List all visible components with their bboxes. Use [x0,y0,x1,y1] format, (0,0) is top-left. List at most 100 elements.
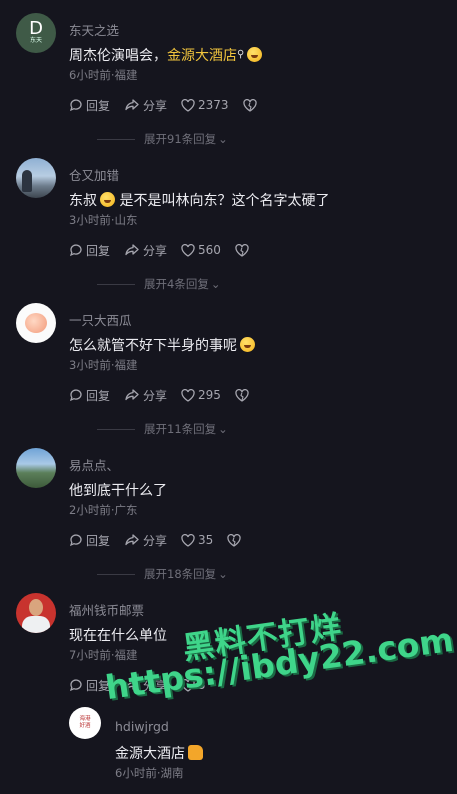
chevron-down-icon: ⌄ [218,422,228,436]
reply-label: 回复 [86,98,111,113]
like-button[interactable]: 2373 [181,98,229,112]
comment-username[interactable]: 福州钱币邮票 [69,600,144,619]
avatar[interactable] [16,158,56,198]
heart-icon [181,533,195,547]
chevron-down-icon: ⌄ [210,277,221,291]
expand-label: 展开11条回复 [144,422,217,436]
laughing-emoji-icon [247,47,263,62]
like-button[interactable]: 295 [181,388,221,402]
comment-username[interactable]: 一只大西瓜 [69,310,132,329]
hotel-link[interactable]: 金源大酒店 [167,48,237,64]
reply-text-part: 金源大酒店 [115,746,185,762]
share-button[interactable]: 分享 [124,532,167,549]
comment-text: 周杰伦演唱会，金源大酒店⚲ [69,45,263,65]
reply-icon [69,679,82,692]
comment-username[interactable]: 仓又加错 [69,165,119,184]
broken-heart-icon [235,243,249,257]
heart-icon [181,243,195,257]
share-label: 分享 [143,243,168,258]
reply-button[interactable]: 回复 [69,97,110,114]
broken-heart-icon [242,98,257,112]
chevron-down-icon: ⌄ [218,132,228,146]
like-button[interactable]: 35 [181,533,213,547]
comment-text-part: 周杰伦演唱会， [69,48,167,64]
reply-username[interactable]: hdiwjrgd [115,719,169,734]
like-count: 560 [198,243,221,257]
avatar[interactable] [16,593,56,633]
broken-heart-icon [235,388,249,402]
reply-icon [69,244,82,257]
share-button[interactable]: 分享 [124,242,167,259]
reply-label: 回复 [86,388,111,403]
dislike-button[interactable] [227,533,244,547]
share-icon [125,244,139,256]
divider [97,283,135,285]
smile-emoji-icon [240,337,255,352]
dislike-button[interactable] [242,98,260,112]
dislike-button[interactable] [235,388,252,402]
expand-label: 展开4条回复 [144,277,209,291]
like-count: 295 [198,388,221,402]
comment-text: 现在在什么单位 [69,628,167,644]
expand-replies-button[interactable]: 展开18条回复 ⌄ [97,566,228,582]
broken-heart-icon [227,533,241,547]
reply-button[interactable]: 回复 [69,242,110,259]
avatar-face [29,599,43,616]
reply-label: 回复 [86,243,111,258]
share-icon [125,534,139,546]
avatar[interactable] [16,448,56,488]
avatar-letter: D [29,18,43,39]
expand-replies-button[interactable]: 展开11条回复 ⌄ [97,421,228,437]
share-label: 分享 [143,98,168,113]
comment-text: 东叔 是不是叫林向东？这个名字太硬了 [69,190,329,210]
thumbs-up-icon [188,745,203,760]
comment-text: 他到底干什么了 [69,483,167,499]
avatar-peach [25,313,47,333]
reply-button[interactable]: 回复 [69,387,110,404]
reply-icon [69,389,82,402]
comment-time: 6小时前·福建 [69,68,138,82]
like-count: 35 [198,533,214,547]
avatar[interactable]: 海港 好酒 [69,707,101,739]
comment-actions: 回复 分享 560 [69,241,266,259]
search-icon: ⚲ [237,49,245,60]
divider [97,573,135,575]
comment-actions: 回复 分享 295 [69,386,266,404]
avatar-shirt [22,616,50,633]
expand-replies-button[interactable]: 展开91条回复 ⌄ [97,131,228,147]
comment-username[interactable]: 易点点、 [69,455,119,474]
like-count: 2373 [198,98,229,112]
share-label: 分享 [143,388,168,403]
comment-time: 3小时前·福建 [69,358,138,372]
divider [97,138,135,140]
heart-icon [181,388,195,402]
comment-text-part: 东叔 [69,193,97,209]
share-icon [125,389,139,401]
dislike-button[interactable] [235,243,252,257]
expand-label: 展开18条回复 [144,567,217,581]
comment-text-part: 是不是叫林向东？这个名字太硬了 [115,193,330,209]
share-button[interactable]: 分享 [124,97,167,114]
comment-actions: 回复 分享 2373 [69,96,274,114]
comment-text-part: 怎么就管不好下半身的事呢 [69,338,237,354]
avatar[interactable]: D 东天 [16,13,56,53]
comment-text: 怎么就管不好下半身的事呢 [69,335,255,355]
chevron-down-icon: ⌄ [218,567,228,581]
heart-icon [181,98,195,112]
avatar-text: 海港 好酒 [79,716,91,729]
reply-button[interactable]: 回复 [69,532,110,549]
share-label: 分享 [143,533,168,548]
comment-time: 3小时前·山东 [69,213,138,227]
expand-replies-button[interactable]: 展开4条回复 ⌄ [97,276,220,292]
expand-label: 展开91条回复 [144,132,217,146]
divider [97,428,135,430]
share-button[interactable]: 分享 [124,387,167,404]
laughing-emoji-icon [100,192,115,207]
like-button[interactable]: 560 [181,243,221,257]
reply-text: 金源大酒店 [115,743,203,763]
comment-time: 2小时前·广东 [69,503,138,517]
comment-actions: 回复 分享 35 [69,531,258,549]
avatar[interactable] [16,303,56,343]
share-icon [125,99,139,111]
comment-username[interactable]: 东天之选 [69,20,119,39]
